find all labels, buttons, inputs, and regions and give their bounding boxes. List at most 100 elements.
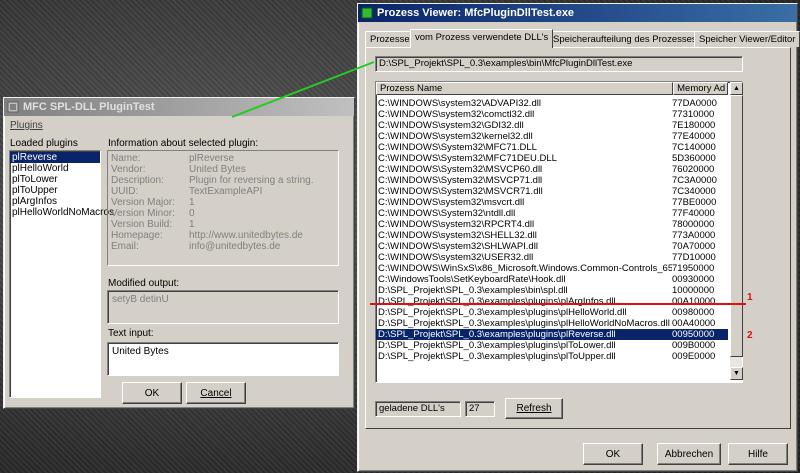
dll-address: 77F40000 — [672, 208, 715, 219]
dll-name: C:\WINDOWS\System32\MSVCR71.dll — [378, 186, 543, 197]
dll-count-field: 27 — [465, 401, 495, 417]
plugin-test-titlebar[interactable]: MFC SPL-DLL PluginTest — [4, 98, 354, 116]
dll-row[interactable]: C:\WINDOWS\system32\comctl32.dll 77310000 — [376, 109, 728, 120]
dll-address: 78000000 — [672, 219, 715, 230]
dll-row[interactable]: D:\SPL_Projekt\SPL_0.3\examples\plugins\… — [376, 318, 728, 329]
dll-row[interactable]: C:\WINDOWS\system32\kernel32.dll 77E40000 — [376, 131, 728, 142]
dll-row[interactable]: C:\WindowsTools\SetKeyboardRate\Hook.dll… — [376, 274, 728, 285]
dll-row[interactable]: C:\WINDOWS\System32\MSVCP71.dll 7C3A0000 — [376, 175, 728, 186]
dll-name: C:\WINDOWS\System32\MFC71DEU.DLL — [378, 153, 557, 164]
dll-row[interactable]: C:\WINDOWS\WinSxS\x86_Microsoft.Windows.… — [376, 263, 728, 274]
menu-plugins[interactable]: Plugins — [10, 120, 43, 131]
plugin-list-item[interactable]: plHelloWorld — [10, 163, 100, 174]
dll-row[interactable]: D:\SPL_Projekt\SPL_0.3\examples\bin\spl.… — [376, 285, 728, 296]
plugin-list-item[interactable]: plArgInfos — [10, 196, 100, 207]
scroll-up-icon[interactable]: ▲ — [730, 82, 743, 95]
plugin-info-row: Version Build: 1 — [111, 219, 338, 230]
plugin-info-key: UUID: — [111, 186, 139, 197]
dll-row[interactable]: C:\WINDOWS\System32\MFC71DEU.DLL 5D360000 — [376, 153, 728, 164]
dll-name: C:\WINDOWS\System32\ntdll.dll — [378, 208, 516, 219]
dll-row[interactable]: C:\WINDOWS\system32\RPCRT4.dll 78000000 — [376, 219, 728, 230]
dll-name: D:\SPL_Projekt\SPL_0.3\examples\plugins\… — [378, 351, 616, 362]
tab-dlls[interactable]: vom Prozess verwendete DLL's — [410, 29, 554, 48]
cancel-button[interactable]: Cancel — [186, 382, 246, 404]
dll-name: C:\WINDOWS\system32\msvcrt.dll — [378, 197, 525, 208]
dll-row[interactable]: C:\WINDOWS\system32\msvcrt.dll 77BE0000 — [376, 197, 728, 208]
dll-name: D:\SPL_Projekt\SPL_0.3\examples\plugins\… — [378, 318, 670, 329]
dll-row[interactable]: D:\SPL_Projekt\SPL_0.3\examples\plugins\… — [376, 296, 728, 307]
tab-speicheraufteilung[interactable]: Speicheraufteilung des Prozesses — [548, 31, 702, 47]
hilfe-button[interactable]: Hilfe — [728, 443, 788, 465]
dll-name: C:\WINDOWS\System32\MFC71.DLL — [378, 142, 537, 153]
dll-row[interactable]: D:\SPL_Projekt\SPL_0.3\examples\plugins\… — [376, 329, 728, 340]
dll-address: 77DA0000 — [672, 98, 717, 109]
dll-address: 70A70000 — [672, 241, 716, 252]
process-viewer-window: Prozess Viewer: MfcPluginDllTest.exe Pro… — [357, 3, 800, 472]
dll-name: D:\SPL_Projekt\SPL_0.3\examples\plugins\… — [378, 329, 616, 340]
dll-row[interactable]: C:\WINDOWS\System32\MSVCR71.dll 7C340000 — [376, 186, 728, 197]
tab-bar: Prozesse vom Prozess verwendete DLL's Sp… — [365, 29, 800, 48]
plugin-info-row: Description: Plugin for reversing a strin… — [111, 175, 338, 186]
plugin-info-row: Version Minor: 0 — [111, 208, 338, 219]
plugin-list-item[interactable]: plReverse — [10, 152, 100, 163]
plugin-info-key: Version Major: — [111, 197, 175, 208]
process-viewer-titlebar[interactable]: Prozess Viewer: MfcPluginDllTest.exe — [358, 4, 797, 22]
dll-row[interactable]: C:\WINDOWS\System32\ntdll.dll 77F40000 — [376, 208, 728, 219]
tab-speicher-viewer[interactable]: Speicher Viewer/Editor — [694, 31, 800, 47]
plugin-info-value: TextExampleAPI — [189, 186, 263, 197]
dll-row[interactable]: C:\WINDOWS\System32\MSVCP60.dll 76020000 — [376, 164, 728, 175]
plugin-info-key: Homepage: — [111, 230, 163, 241]
plugin-list-item[interactable]: plToLower — [10, 174, 100, 185]
scroll-thumb[interactable] — [730, 95, 743, 357]
dll-address: 773A0000 — [672, 230, 716, 241]
plugin-list-item[interactable]: plToUpper — [10, 185, 100, 196]
dll-address: 77E40000 — [672, 131, 716, 142]
text-input-field[interactable]: United Bytes — [107, 342, 339, 376]
ok-button[interactable]: OK — [122, 382, 182, 404]
dll-row[interactable]: C:\WINDOWS\system32\USER32.dll 77D10000 — [376, 252, 728, 263]
dll-row[interactable]: D:\SPL_Projekt\SPL_0.3\examples\plugins\… — [376, 307, 728, 318]
refresh-button[interactable]: Refresh — [505, 398, 563, 419]
plugin-info-box: Name: plReverse Vendor: United Bytes Descrip… — [107, 150, 339, 266]
marker-1: 1 — [747, 292, 753, 303]
abbrechen-button[interactable]: Abbrechen — [657, 443, 721, 465]
column-memory-address[interactable]: Memory Ad — [673, 82, 728, 95]
dll-row[interactable]: C:\WINDOWS\system32\GDI32.dll 7E180000 — [376, 120, 728, 131]
vertical-scrollbar[interactable]: ▲ ▼ — [730, 82, 743, 380]
dll-row[interactable]: C:\WINDOWS\system32\ADVAPI32.dll 77DA0000 — [376, 98, 728, 109]
scroll-down-icon[interactable]: ▼ — [730, 367, 743, 380]
dll-address: 7C140000 — [672, 142, 716, 153]
dll-row[interactable]: D:\SPL_Projekt\SPL_0.3\examples\plugins\… — [376, 340, 728, 351]
dll-address: 009E0000 — [672, 351, 716, 362]
plugin-info-value: http://www.unitedbytes.de — [189, 230, 303, 241]
plugin-info-value: 1 — [189, 219, 195, 230]
dll-address: 00A40000 — [672, 318, 716, 329]
dll-list[interactable]: Prozess Name Memory Ad C:\WINDOWS\system… — [375, 81, 743, 383]
dll-name: C:\WINDOWS\System32\MSVCP60.dll — [378, 164, 543, 175]
dll-name: D:\SPL_Projekt\SPL_0.3\examples\plugins\… — [378, 307, 627, 318]
plugin-list[interactable]: plReverse plHelloWorld plToLower plToUpper p… — [9, 150, 114, 398]
tab-prozesse[interactable]: Prozesse — [365, 31, 415, 47]
marker-2: 2 — [747, 330, 753, 341]
dll-name: C:\WINDOWS\system32\USER32.dll — [378, 252, 534, 263]
dll-address: 009B0000 — [672, 340, 716, 351]
ok-button[interactable]: OK — [583, 443, 643, 465]
dll-address: 7C340000 — [672, 186, 716, 197]
dll-row[interactable]: D:\SPL_Projekt\SPL_0.3\examples\plugins\… — [376, 351, 728, 362]
plugin-list-item[interactable]: plHelloWorldNoMacros — [10, 207, 114, 218]
dll-row[interactable]: C:\WINDOWS\System32\MFC71.DLL 7C140000 — [376, 142, 728, 153]
plugin-info-value: 0 — [189, 208, 195, 219]
dll-name: C:\WINDOWS\System32\MSVCP71.dll — [378, 175, 543, 186]
plugin-info-value: United Bytes — [189, 164, 246, 175]
plugin-info-row: Name: plReverse — [111, 153, 338, 164]
column-prozess-name[interactable]: Prozess Name — [376, 82, 674, 95]
plugin-info-key: Vendor: — [111, 164, 146, 175]
dll-row[interactable]: C:\WINDOWS\system32\SHELL32.dll 773A0000 — [376, 230, 728, 241]
modified-output-field: setyB detinU — [107, 290, 339, 324]
dll-name: C:\WINDOWS\system32\ADVAPI32.dll — [378, 98, 541, 109]
plugin-info-value: Plugin for reversing a string. — [189, 175, 314, 186]
dll-name: C:\WINDOWS\system32\SHELL32.dll — [378, 230, 537, 241]
loaded-plugins-label: Loaded plugins — [10, 138, 78, 149]
modified-output-label: Modified output: — [108, 278, 180, 289]
dll-row[interactable]: C:\WINDOWS\system32\SHLWAPI.dll 70A70000 — [376, 241, 728, 252]
